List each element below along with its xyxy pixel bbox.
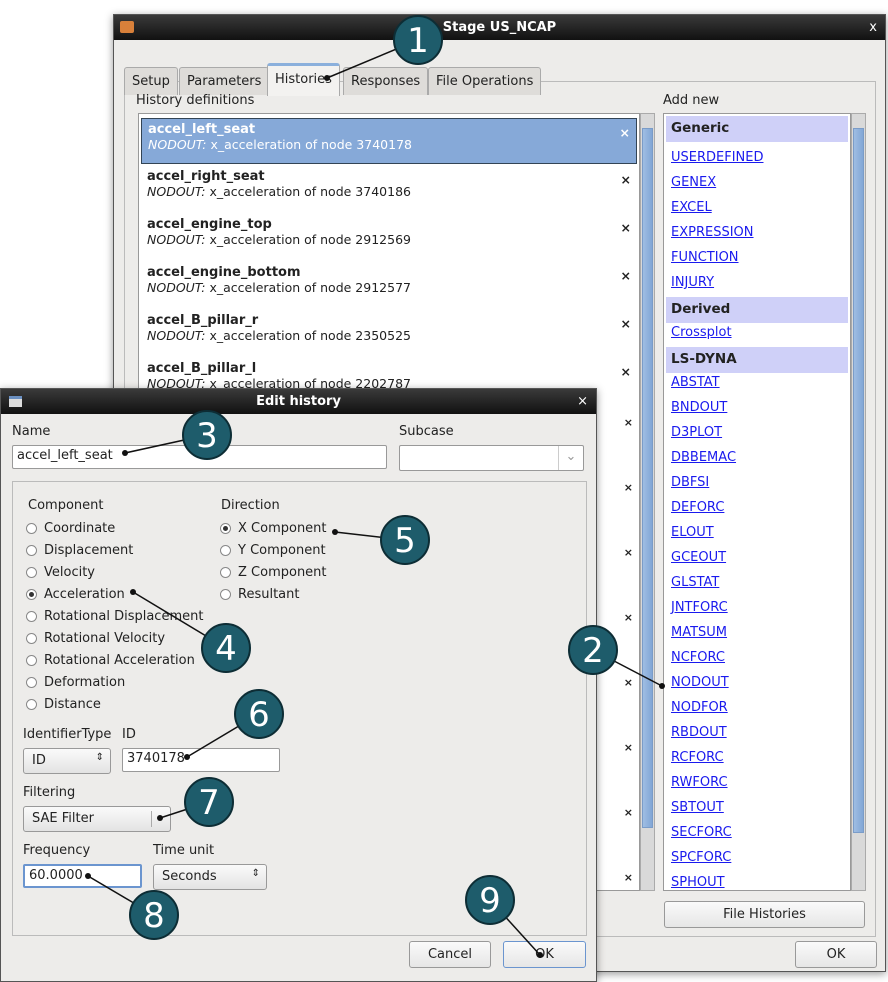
callout-9: 9 [465, 875, 543, 958]
callout-number: 5 [394, 521, 416, 561]
callout-number: 7 [198, 783, 220, 823]
callout-number: 4 [215, 629, 237, 669]
callout-number: 8 [143, 896, 165, 936]
callout-number: 9 [479, 881, 501, 921]
callout-number: 2 [582, 631, 604, 671]
callout-1: 1 [324, 15, 443, 81]
callout-number: 3 [196, 416, 218, 456]
callout-8: 8 [85, 873, 179, 940]
callout-6: 6 [184, 689, 284, 760]
callout-3: 3 [122, 410, 232, 460]
callout-5: 5 [332, 515, 430, 565]
callout-4: 4 [130, 589, 251, 673]
callout-overlay: 1 2 3 4 5 6 7 8 9 [85, 15, 665, 958]
callout-2: 2 [568, 625, 665, 689]
callout-number: 6 [248, 695, 270, 735]
callout-number: 1 [407, 21, 429, 61]
callout-7: 7 [157, 777, 234, 827]
